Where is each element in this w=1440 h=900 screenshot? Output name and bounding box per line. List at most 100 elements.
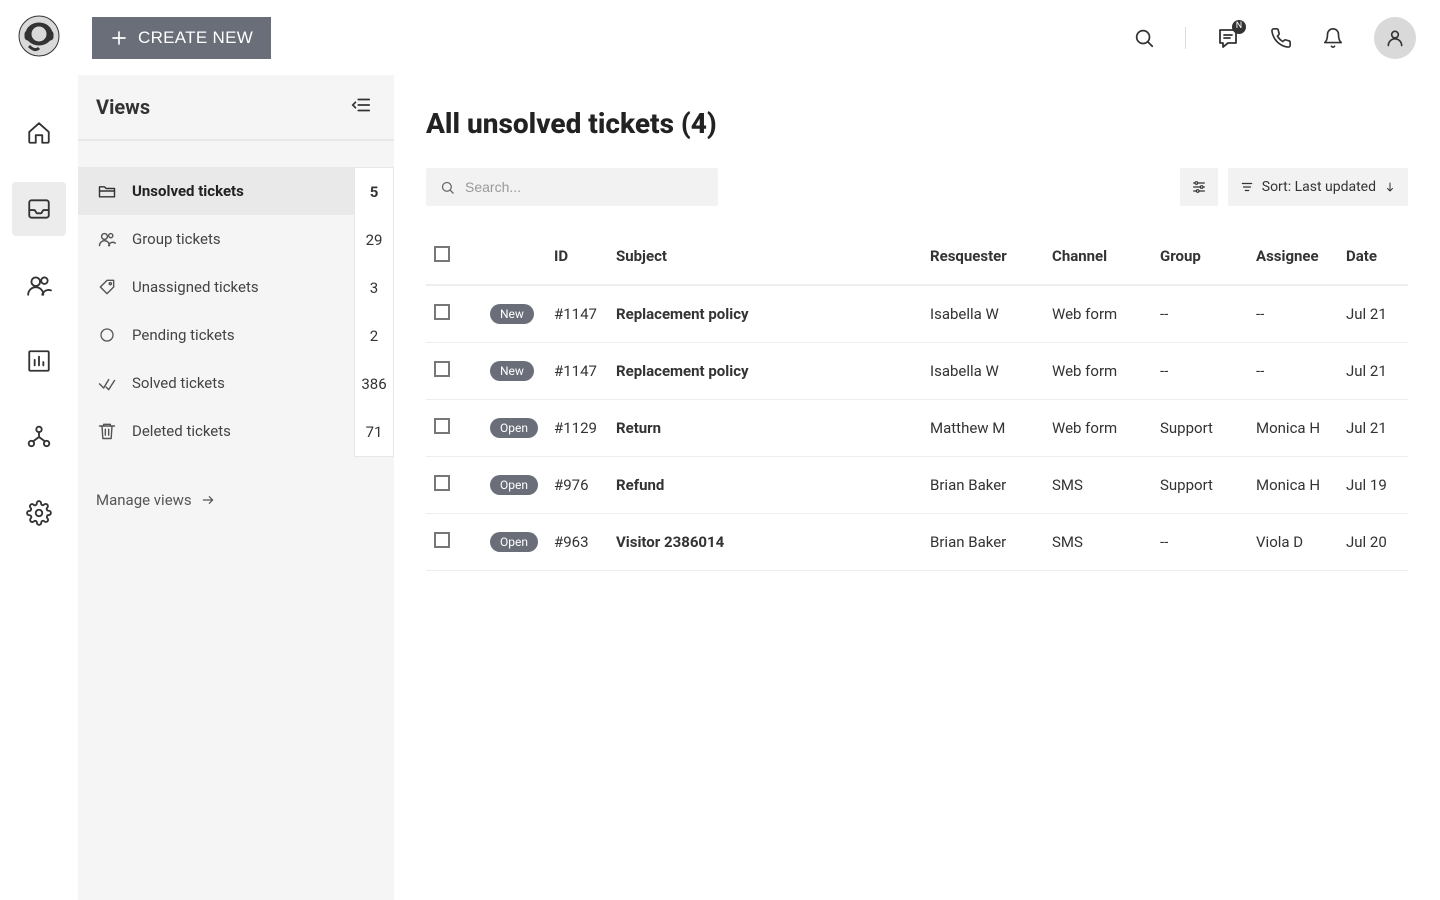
topbar-divider: [1185, 27, 1186, 49]
ticket-channel: SMS: [1044, 514, 1152, 571]
ticket-date: Jul 19: [1338, 457, 1408, 514]
nav-settings[interactable]: [12, 486, 66, 540]
col-requester[interactable]: Resquester: [922, 234, 1044, 285]
ticket-date: Jul 21: [1338, 400, 1408, 457]
view-count: 386: [355, 360, 393, 408]
notifications-button[interactable]: [1322, 27, 1344, 49]
ticket-group: Support: [1152, 457, 1248, 514]
phone-icon: [1270, 27, 1292, 49]
views-counts-column: 5 29 3 2 386 71: [354, 167, 394, 457]
ticket-channel: SMS: [1044, 457, 1152, 514]
nav-home[interactable]: [12, 106, 66, 160]
ticket-date: Jul 20: [1338, 514, 1408, 571]
search-input[interactable]: [465, 179, 704, 195]
status-pill: New: [490, 361, 534, 381]
ticket-group: --: [1152, 285, 1248, 343]
view-count: 3: [355, 264, 393, 312]
calls-button[interactable]: [1270, 27, 1292, 49]
row-checkbox[interactable]: [434, 361, 450, 377]
view-item-solved[interactable]: Solved tickets: [78, 359, 394, 407]
filter-button[interactable]: [1180, 168, 1218, 206]
topbar: CREATE NEW N: [78, 0, 1440, 75]
ticket-id: #976: [546, 457, 608, 514]
view-count: 2: [355, 312, 393, 360]
view-count: 71: [355, 408, 393, 456]
ticket-subject: Replacement policy: [608, 343, 922, 400]
global-search-button[interactable]: [1133, 27, 1155, 49]
ticket-group: --: [1152, 343, 1248, 400]
ticket-requester: Isabella W: [922, 285, 1044, 343]
ticket-channel: Web form: [1044, 400, 1152, 457]
ticket-assignee: --: [1248, 285, 1338, 343]
sliders-icon: [1191, 179, 1207, 195]
ticket-requester: Brian Baker: [922, 457, 1044, 514]
trash-icon: [96, 421, 118, 441]
col-id[interactable]: ID: [546, 234, 608, 285]
nav-contacts[interactable]: [12, 258, 66, 312]
col-assignee[interactable]: Assignee: [1248, 234, 1338, 285]
search-icon: [1133, 27, 1155, 49]
ticket-group: Support: [1152, 400, 1248, 457]
sort-button[interactable]: Sort: Last updated: [1228, 168, 1408, 206]
view-item-unsolved[interactable]: Unsolved tickets: [78, 167, 394, 215]
view-item-pending[interactable]: Pending tickets: [78, 311, 394, 359]
row-checkbox[interactable]: [434, 304, 450, 320]
view-item-label: Unsolved tickets: [132, 182, 244, 200]
ticket-subject: Replacement policy: [608, 285, 922, 343]
arrow-down-icon: [1384, 181, 1396, 193]
ticket-id: #963: [546, 514, 608, 571]
search-icon: [440, 180, 455, 195]
ticket-date: Jul 21: [1338, 343, 1408, 400]
nav-reports[interactable]: [12, 334, 66, 388]
nav-tickets[interactable]: [12, 182, 66, 236]
views-panel: Views 5 29 3 2 386 71 Unsolved tickets: [78, 75, 394, 900]
users-icon: [96, 229, 118, 249]
view-item-unassigned[interactable]: Unassigned tickets: [78, 263, 394, 311]
search-box[interactable]: [426, 168, 718, 206]
col-subject[interactable]: Subject: [608, 234, 922, 285]
sort-label: Sort: Last updated: [1262, 179, 1376, 195]
ticket-assignee: Monica H: [1248, 457, 1338, 514]
manage-views-link[interactable]: Manage views: [96, 491, 394, 509]
profile-avatar[interactable]: [1374, 17, 1416, 59]
view-item-deleted[interactable]: Deleted tickets: [78, 407, 394, 455]
status-pill: Open: [490, 532, 538, 552]
view-count: 29: [355, 216, 393, 264]
plus-icon: [110, 29, 128, 47]
create-new-label: CREATE NEW: [138, 28, 253, 48]
ticket-group: --: [1152, 514, 1248, 571]
view-item-group[interactable]: Group tickets: [78, 215, 394, 263]
ticket-requester: Matthew M: [922, 400, 1044, 457]
ticket-subject: Refund: [608, 457, 922, 514]
main-content: All unsolved tickets (4) Sort: Last upda…: [394, 75, 1440, 900]
tickets-table: ID Subject Resquester Channel Group Assi…: [426, 234, 1408, 571]
row-checkbox[interactable]: [434, 418, 450, 434]
table-row[interactable]: Open#976RefundBrian BakerSMSSupportMonic…: [426, 457, 1408, 514]
col-date[interactable]: Date: [1338, 234, 1408, 285]
table-row[interactable]: New#1147Replacement policyIsabella WWeb …: [426, 343, 1408, 400]
create-new-button[interactable]: CREATE NEW: [92, 17, 271, 59]
nav-org[interactable]: [12, 410, 66, 464]
row-checkbox[interactable]: [434, 475, 450, 491]
manage-views-label: Manage views: [96, 491, 192, 509]
table-row[interactable]: New#1147Replacement policyIsabella WWeb …: [426, 285, 1408, 343]
ticket-id: #1147: [546, 285, 608, 343]
view-count: 5: [355, 168, 393, 216]
folder-open-icon: [96, 181, 118, 201]
table-row[interactable]: Open#963Visitor 2386014Brian BakerSMS--V…: [426, 514, 1408, 571]
view-item-label: Solved tickets: [132, 374, 225, 392]
ticket-assignee: Viola D: [1248, 514, 1338, 571]
status-pill: New: [490, 304, 534, 324]
col-channel[interactable]: Channel: [1044, 234, 1152, 285]
col-group[interactable]: Group: [1152, 234, 1248, 285]
row-checkbox[interactable]: [434, 532, 450, 548]
ticket-channel: Web form: [1044, 343, 1152, 400]
select-all-checkbox[interactable]: [434, 246, 450, 262]
sort-icon: [1240, 180, 1254, 194]
bell-icon: [1322, 27, 1344, 49]
table-row[interactable]: Open#1129ReturnMatthew MWeb formSupportM…: [426, 400, 1408, 457]
views-collapse-button[interactable]: [350, 94, 372, 120]
messages-button[interactable]: N: [1216, 26, 1240, 50]
circle-icon: [96, 326, 118, 344]
ticket-assignee: Monica H: [1248, 400, 1338, 457]
